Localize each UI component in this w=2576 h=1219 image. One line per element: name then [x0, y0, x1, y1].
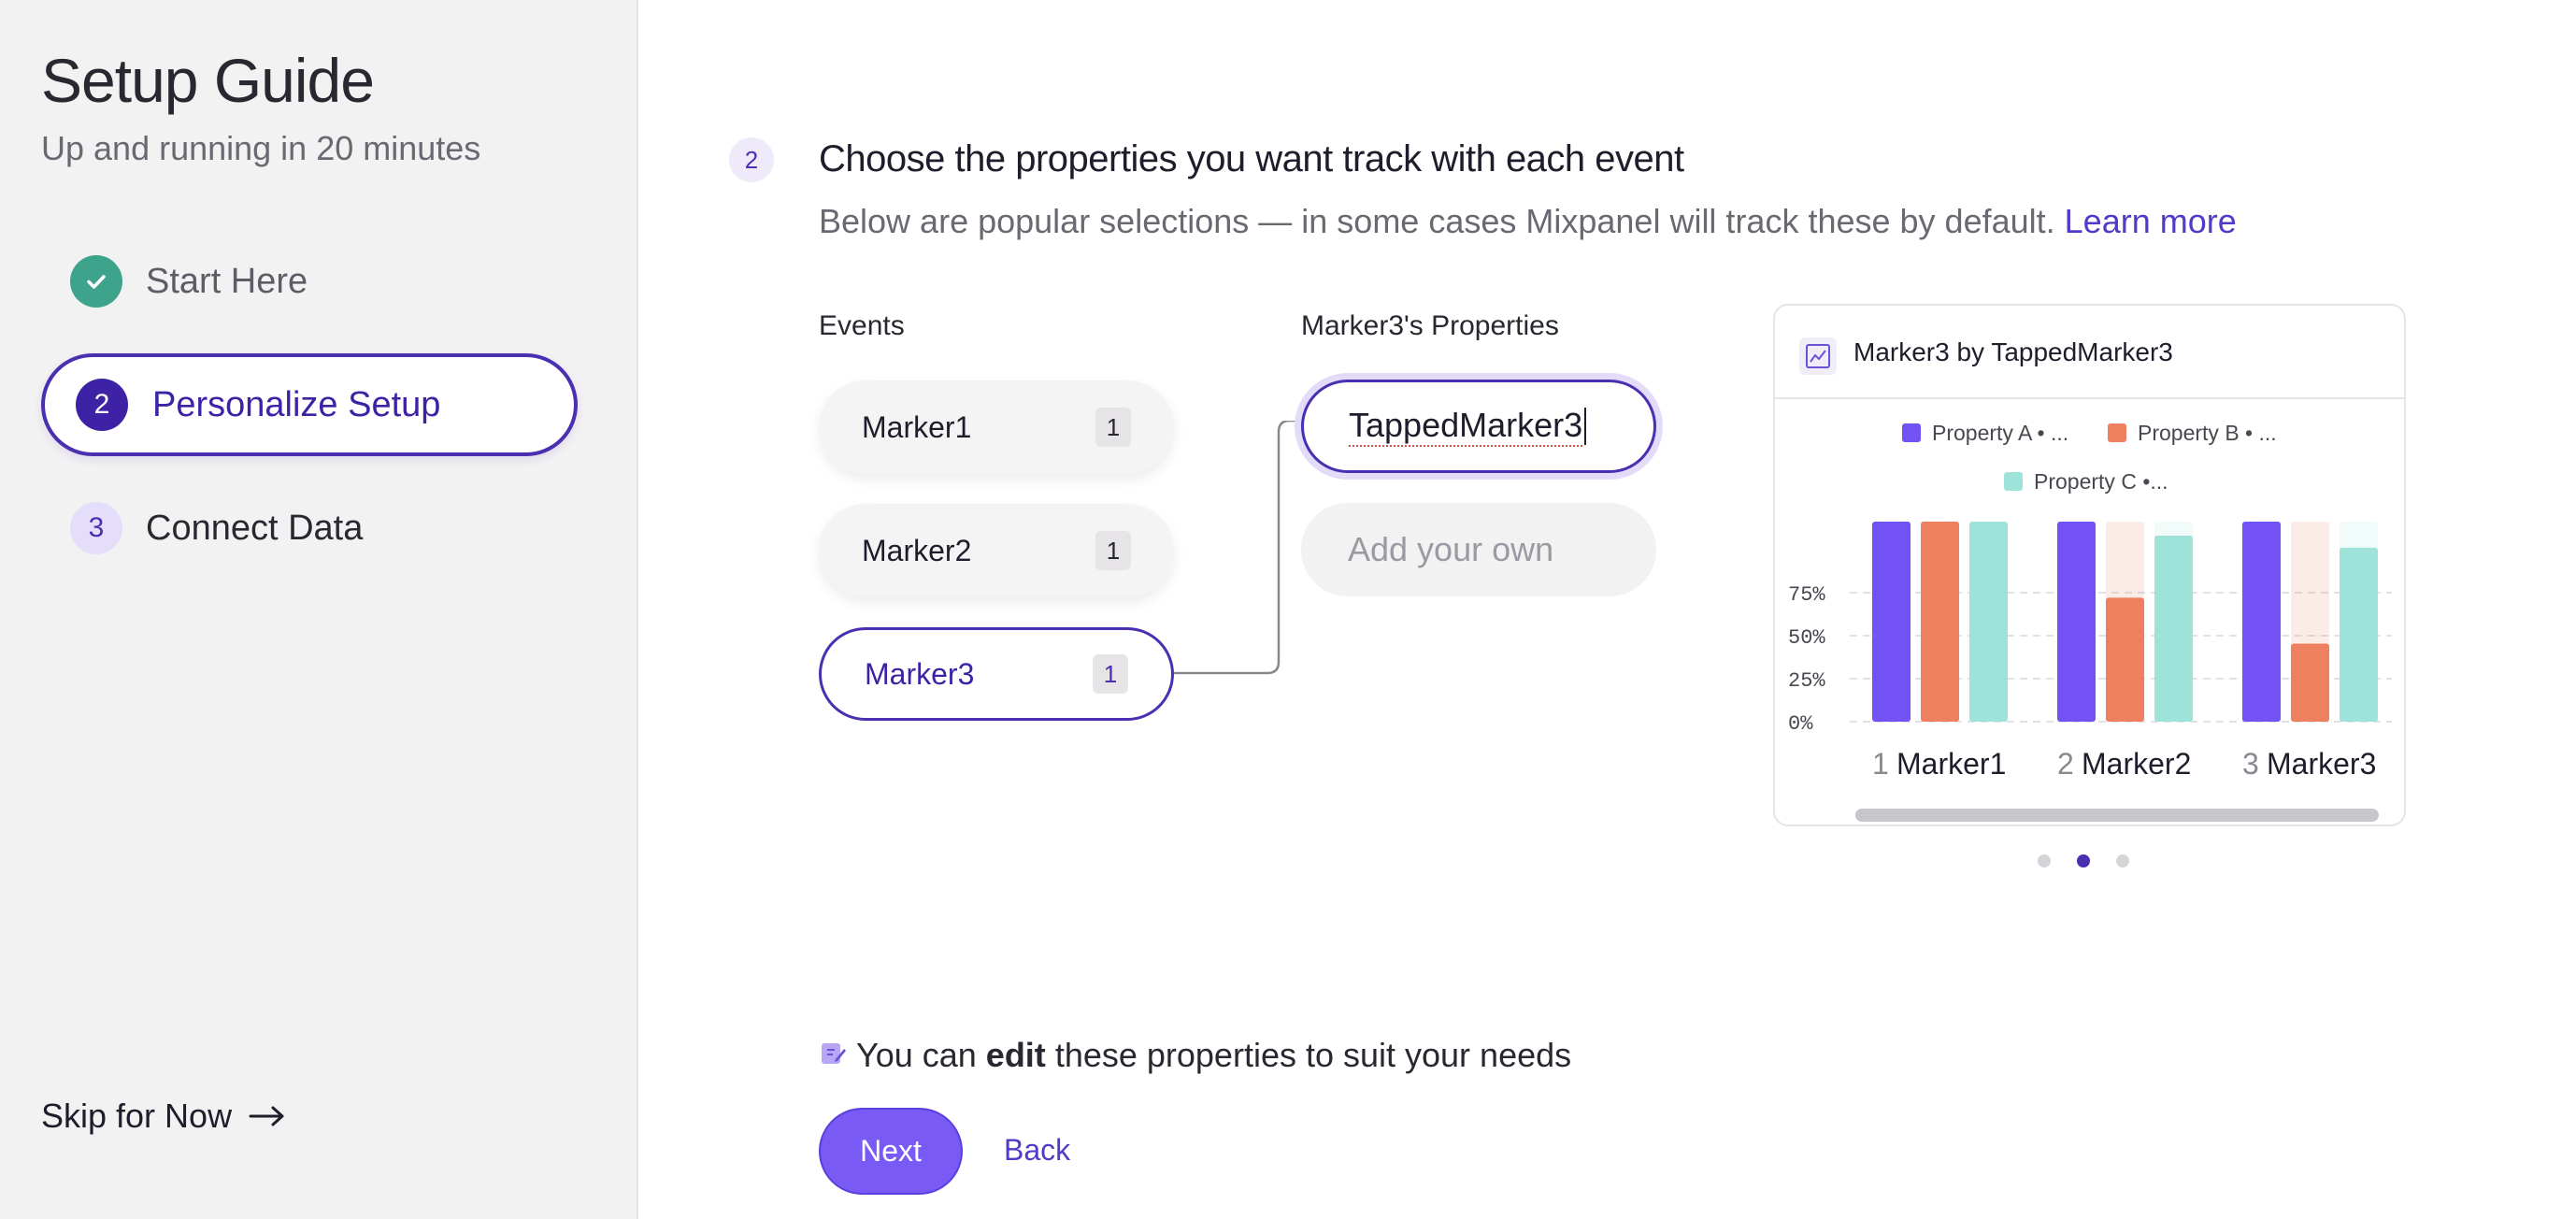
step-label: Personalize Setup	[152, 384, 441, 424]
chart-scrollbar	[1855, 809, 2379, 822]
step-number-badge: 2	[729, 137, 774, 182]
bar	[2340, 547, 2378, 722]
x-tick-prefix: 2	[2057, 747, 2074, 781]
skip-label: Skip for Now	[41, 1097, 233, 1135]
bar	[1921, 522, 1959, 722]
event-name: Marker3	[865, 656, 975, 691]
y-tick-label: 0%	[1788, 712, 1813, 736]
edit-note-prefix: You can	[856, 1036, 977, 1074]
event-item-marker2[interactable]: Marker2 1	[819, 504, 1174, 597]
legend-label: Property A • ...	[1932, 421, 2068, 445]
edit-icon	[819, 1036, 847, 1075]
legend-swatch	[1902, 423, 1921, 442]
property-input[interactable]: TappedMarker3	[1301, 380, 1656, 473]
step-number-badge: 3	[70, 502, 122, 554]
event-item-marker3[interactable]: Marker3 1	[819, 627, 1174, 721]
carousel-dot[interactable]	[2077, 854, 2090, 868]
legend-label: Property C •...	[2034, 469, 2168, 494]
property-value: TappedMarker3	[1349, 406, 1583, 447]
skip-for-now-link[interactable]: Skip for Now	[41, 1097, 286, 1136]
event-name: Marker2	[862, 533, 972, 567]
y-tick-label: 25%	[1788, 669, 1825, 693]
event-count-badge: 1	[1093, 654, 1128, 694]
bar	[1872, 522, 1911, 722]
sidebar-title: Setup Guide	[41, 46, 375, 115]
x-tick-label: Marker2	[2082, 747, 2191, 781]
step-label: Connect Data	[146, 508, 364, 548]
step-label: Start Here	[146, 261, 308, 301]
bar	[2154, 535, 2193, 722]
chart-card-header: Marker3 by TappedMarker3	[1775, 306, 2404, 399]
carousel-dot[interactable]	[2116, 854, 2129, 868]
event-count-badge: 1	[1095, 531, 1131, 570]
step-personalize-setup[interactable]: 2 Personalize Setup	[41, 353, 578, 456]
event-name: Marker1	[862, 409, 972, 444]
learn-more-link[interactable]: Learn more	[2065, 202, 2237, 240]
add-property-input[interactable]: Add your own	[1301, 503, 1656, 596]
event-property-connector	[1174, 421, 1305, 675]
bar	[2291, 643, 2329, 722]
bar	[2242, 522, 2281, 722]
bar	[2057, 522, 2096, 722]
edit-note-bold: edit	[985, 1036, 1046, 1074]
x-tick-prefix: 3	[2242, 747, 2259, 781]
x-tick-label: Marker3	[2267, 747, 2376, 781]
text-caret	[1584, 408, 1587, 445]
bar-chart: Property A • ... Property B • ... Property…	[1788, 421, 2392, 822]
events-label: Events	[819, 310, 905, 341]
legend-swatch	[2004, 472, 2023, 491]
bar	[2106, 597, 2144, 722]
event-item-marker1[interactable]: Marker1 1	[819, 380, 1174, 474]
line-chart-icon	[1799, 337, 1837, 375]
x-tick-prefix: 1	[1872, 747, 1889, 781]
legend-swatch	[2108, 423, 2126, 442]
carousel-dot[interactable]	[2038, 854, 2051, 868]
sidebar: Setup Guide Up and running in 20 minutes…	[0, 0, 638, 1219]
description-text: Below are popular selections — in some c…	[819, 202, 2055, 240]
back-button[interactable]: Back	[1004, 1133, 1070, 1168]
legend-label: Property B • ...	[2138, 421, 2277, 445]
next-button[interactable]: Next	[819, 1108, 963, 1195]
arrow-right-icon	[249, 1097, 286, 1136]
chart-title: Marker3 by TappedMarker3	[1853, 337, 2173, 366]
step-start-here[interactable]: Start Here	[41, 230, 578, 333]
step-connect-data[interactable]: 3 Connect Data	[41, 477, 578, 580]
check-icon	[70, 255, 122, 308]
page-title: Choose the properties you want track wit…	[819, 138, 1684, 179]
sidebar-subtitle: Up and running in 20 minutes	[41, 129, 481, 167]
edit-note: You can edit these properties to suit yo…	[819, 1036, 1571, 1075]
y-tick-label: 75%	[1788, 583, 1825, 607]
step-number-badge: 2	[76, 379, 128, 431]
event-count-badge: 1	[1095, 408, 1131, 447]
description: Below are popular selections — in some c…	[819, 202, 2237, 241]
carousel-dots	[2038, 854, 2129, 868]
properties-label: Marker3's Properties	[1301, 310, 1559, 341]
x-tick-label: Marker1	[1896, 747, 2006, 781]
edit-note-suffix: these properties to suit your needs	[1054, 1036, 1572, 1074]
y-tick-label: 50%	[1788, 626, 1825, 650]
chart-card: Marker3 by TappedMarker3 Property A • ..…	[1773, 304, 2406, 826]
bar	[1969, 522, 2008, 722]
